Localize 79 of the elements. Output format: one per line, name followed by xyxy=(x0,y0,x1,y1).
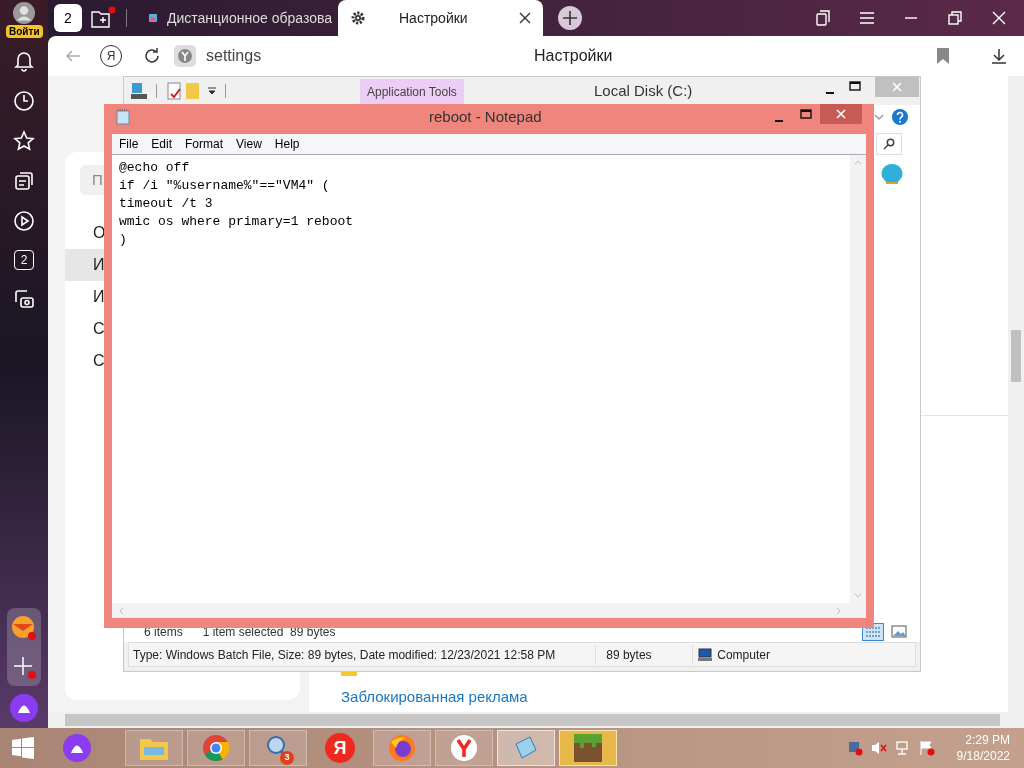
tab-title: Настройки xyxy=(399,8,468,28)
close-icon[interactable] xyxy=(990,9,1008,27)
firefox-icon xyxy=(388,734,416,762)
bookmark-icon[interactable] xyxy=(936,47,950,65)
menu-item[interactable]: Format xyxy=(185,135,224,153)
computer-icon xyxy=(697,647,714,662)
blocked-ads-link[interactable]: Заблокированная реклама xyxy=(341,685,1008,708)
reload-icon[interactable] xyxy=(142,46,162,66)
window-title: Local Disk (C:) xyxy=(594,80,693,101)
properties-icon[interactable] xyxy=(167,82,183,100)
scrollbar-thumb[interactable] xyxy=(1011,330,1021,382)
firefox-button[interactable] xyxy=(373,730,431,766)
play-icon[interactable] xyxy=(13,210,35,232)
maximize-icon[interactable] xyxy=(800,109,812,121)
scrollbar-thumb[interactable] xyxy=(65,714,1000,726)
site-icon[interactable] xyxy=(174,45,196,67)
menu-item[interactable]: File xyxy=(119,135,139,153)
yandex-button[interactable]: Я xyxy=(311,730,369,766)
tabs-icon[interactable] xyxy=(814,9,832,27)
collections-icon[interactable] xyxy=(13,170,35,192)
assistant-icon[interactable] xyxy=(10,694,38,722)
chrome-icon xyxy=(202,734,230,762)
star-icon[interactable] xyxy=(13,130,35,152)
menu-item[interactable]: Help xyxy=(274,135,300,153)
thumbnail-view-icon[interactable] xyxy=(890,623,908,641)
network-icon[interactable] xyxy=(894,740,911,756)
yandex-browser-button[interactable] xyxy=(435,730,493,766)
minecraft-button[interactable] xyxy=(559,730,617,766)
file-size: 89 bytes xyxy=(606,646,653,664)
notepad-icon[interactable] xyxy=(116,109,130,125)
chrome-button[interactable] xyxy=(187,730,245,766)
yandex-logo: Я xyxy=(325,733,355,763)
menu-item[interactable]: Edit xyxy=(151,135,173,153)
tab-title: Дистанционное образова xyxy=(167,8,332,28)
shell-icon[interactable] xyxy=(879,163,905,185)
close-icon xyxy=(892,82,902,92)
notification-badge: 3 xyxy=(280,751,294,765)
close-tab-icon[interactable] xyxy=(519,12,531,24)
browser-tab[interactable]: Дистанционное образова xyxy=(143,0,338,36)
search-box[interactable] xyxy=(876,133,902,155)
search-icon xyxy=(883,138,895,150)
search-app-button[interactable]: 3 xyxy=(249,730,307,766)
location-label: Computer xyxy=(717,646,770,664)
dropdown-icon[interactable] xyxy=(207,86,217,96)
address-text[interactable]: settings xyxy=(206,44,262,68)
grass-block-icon xyxy=(574,734,602,762)
gear-icon xyxy=(350,10,366,26)
settings-menu-item[interactable]: И xyxy=(65,249,104,281)
page-title: Настройки xyxy=(534,46,613,66)
computer-icon[interactable] xyxy=(130,82,148,100)
start-icon[interactable] xyxy=(11,736,35,760)
browser-tab[interactable]: Настройки xyxy=(338,0,543,36)
avatar-icon[interactable] xyxy=(13,2,35,24)
new-tab-group-icon[interactable] xyxy=(90,6,116,30)
maximize-icon[interactable] xyxy=(849,81,861,93)
screenshot-icon[interactable] xyxy=(13,288,35,310)
download-icon[interactable] xyxy=(990,47,1008,65)
tab-counter[interactable]: 2 xyxy=(14,250,34,270)
close-button[interactable] xyxy=(820,104,862,124)
close-icon xyxy=(836,109,846,119)
mail-icon[interactable] xyxy=(11,614,37,641)
restore-icon[interactable] xyxy=(946,9,964,27)
muted-speaker-icon[interactable] xyxy=(870,740,887,756)
sign-in-badge[interactable]: Войти xyxy=(6,25,43,38)
y-logo-icon xyxy=(450,734,478,762)
menu-icon[interactable] xyxy=(858,9,876,27)
application-tools-tab[interactable]: Application Tools xyxy=(360,79,464,105)
help-icon[interactable] xyxy=(892,109,908,125)
horizontal-scrollbar[interactable] xyxy=(48,712,1024,728)
notepad-button[interactable] xyxy=(497,730,555,766)
file-details: Type: Windows Batch File, Size: 89 bytes, Date modified: 12/23/2021 12:58 PM xyxy=(133,646,556,664)
tab-groups-button[interactable]: 2 xyxy=(54,4,82,32)
flag-icon[interactable] xyxy=(918,740,935,756)
bell-icon[interactable] xyxy=(14,50,34,72)
clock-icon[interactable] xyxy=(13,90,35,112)
assistant-icon[interactable] xyxy=(63,734,91,762)
new-tab-icon[interactable] xyxy=(555,3,585,33)
window-title: reboot - Notepad xyxy=(429,106,542,127)
menu-item[interactable]: View xyxy=(236,135,262,153)
